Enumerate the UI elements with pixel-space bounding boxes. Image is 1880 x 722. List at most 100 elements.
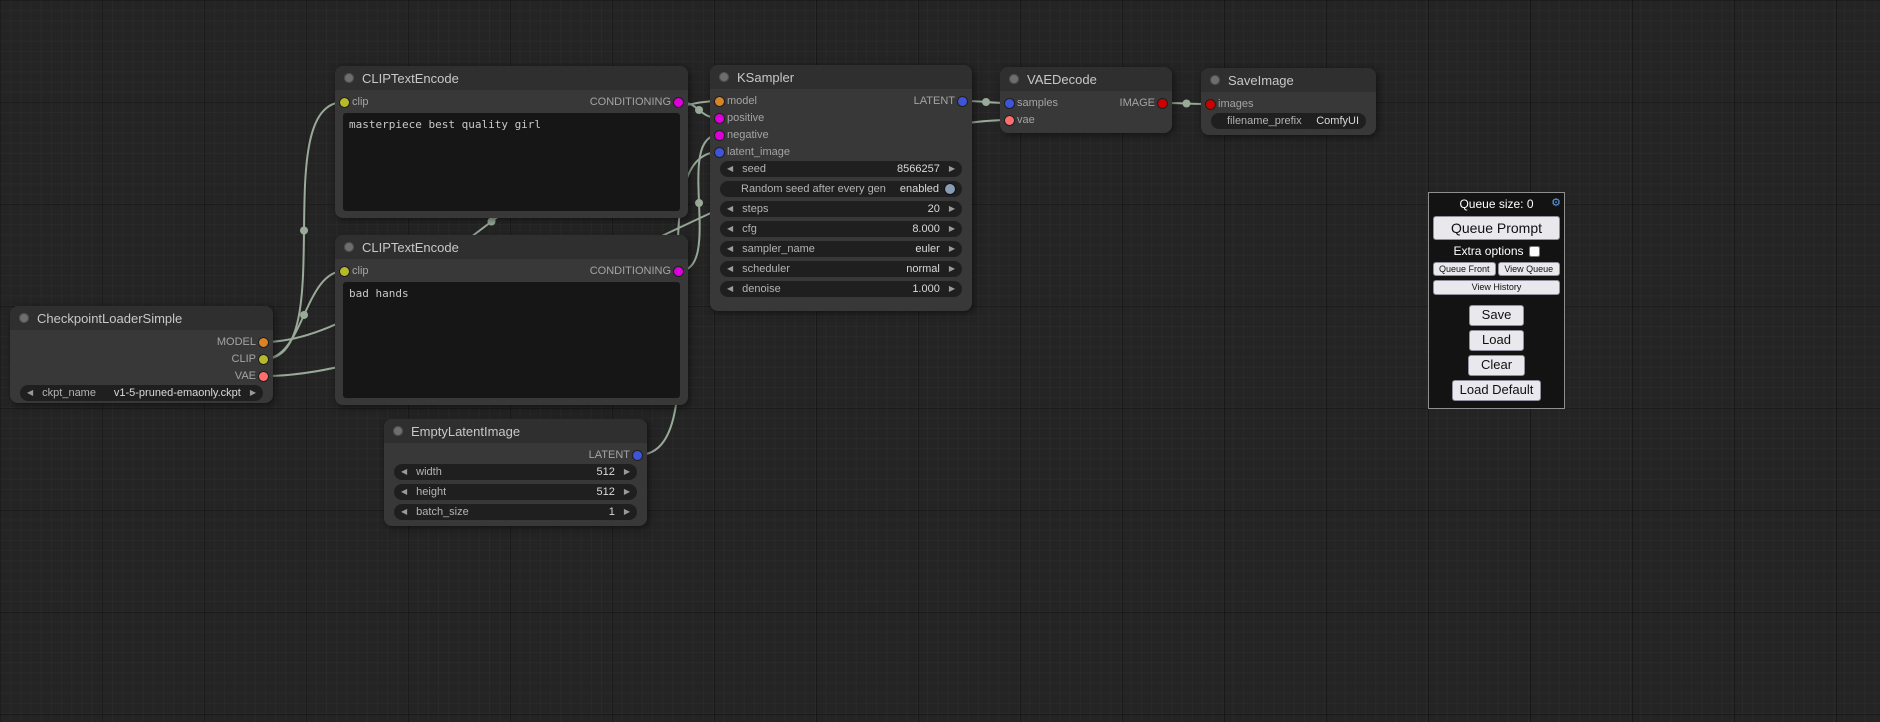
decrement-arrow-icon[interactable]: ◀ (401, 508, 407, 516)
view-history-button[interactable]: View History (1433, 280, 1560, 294)
slot-label: positive (727, 112, 764, 124)
input-slot-positive: positive (710, 110, 764, 126)
link-midpoint-dot (982, 98, 990, 106)
widget-ckpt-name[interactable]: ◀ckpt_namev1-5-pruned-emaonly.ckpt▶ (20, 385, 263, 401)
node-title-bar[interactable]: VAEDecode (1000, 67, 1172, 91)
conditioning-slot-dot[interactable] (674, 98, 683, 107)
collapse-dot-icon[interactable] (19, 313, 29, 323)
increment-arrow-icon[interactable]: ▶ (624, 488, 630, 496)
node-title-bar[interactable]: CheckpointLoaderSimple (10, 306, 273, 330)
conditioning-slot-dot[interactable] (674, 267, 683, 276)
widget-label: Random seed after every gen (741, 183, 886, 195)
node-title-bar[interactable]: KSampler (710, 65, 972, 89)
latent-slot-dot[interactable] (633, 451, 642, 460)
widget-label: sampler_name (742, 243, 815, 255)
vae-slot-dot[interactable] (259, 372, 268, 381)
increment-arrow-icon[interactable]: ▶ (949, 205, 955, 213)
node-title: CLIPTextEncode (362, 71, 459, 86)
latent-image-slot-dot[interactable] (715, 148, 724, 157)
input-slot-samples: samples (1000, 95, 1058, 111)
widget-denoise[interactable]: ◀denoise1.000▶ (720, 281, 962, 297)
clip-slot-dot[interactable] (340, 98, 349, 107)
widget-value: 1.000 (904, 283, 940, 295)
widget-width[interactable]: ◀ width 512 ▶ (394, 464, 637, 480)
node-vae-decode[interactable]: VAEDecode samplesvae IMAGE (1000, 67, 1172, 133)
images-slot-dot[interactable] (1206, 100, 1215, 109)
node-title-bar[interactable]: SaveImage (1201, 68, 1376, 92)
decrement-arrow-icon[interactable]: ◀ (401, 468, 407, 476)
node-empty-latent-image[interactable]: EmptyLatentImageLATENT◀width512▶◀height5… (384, 419, 647, 526)
widget-height[interactable]: ◀height512▶ (394, 484, 637, 500)
collapse-dot-icon[interactable] (393, 426, 403, 436)
load-default-button[interactable]: Load Default (1452, 380, 1542, 401)
widget-label: width (416, 466, 442, 478)
decrement-arrow-icon[interactable]: ◀ (727, 265, 733, 273)
increment-arrow-icon[interactable]: ▶ (624, 468, 630, 476)
decrement-arrow-icon[interactable]: ◀ (727, 205, 733, 213)
node-clip-text-encode-positive[interactable]: CLIPTextEncodeclipCONDITIONING (335, 66, 688, 218)
view-queue-button[interactable]: View Queue (1498, 262, 1561, 276)
model-slot-dot[interactable] (715, 97, 724, 106)
prompt-text-input[interactable] (343, 113, 680, 211)
prompt-text-input[interactable] (343, 282, 680, 398)
widget-batch-size[interactable]: ◀batch_size1▶ (394, 504, 637, 520)
samples-slot-dot[interactable] (1005, 99, 1014, 108)
clip-slot-dot[interactable] (340, 267, 349, 276)
load-button[interactable]: Load (1469, 330, 1524, 351)
widget-value: normal (898, 263, 940, 275)
widget-scheduler[interactable]: ◀schedulernormal▶ (720, 261, 962, 277)
decrement-arrow-icon[interactable]: ◀ (727, 165, 733, 173)
queue-prompt-button[interactable]: Queue Prompt (1433, 216, 1560, 240)
model-slot-dot[interactable] (259, 338, 268, 347)
widget-seed[interactable]: ◀seed8566257▶ (720, 161, 962, 177)
increment-arrow-icon[interactable]: ▶ (949, 285, 955, 293)
node-title-bar[interactable]: CLIPTextEncode (335, 66, 688, 90)
widget-label: ckpt_name (42, 387, 96, 399)
negative-slot-dot[interactable] (715, 131, 724, 140)
latent-slot-dot[interactable] (958, 97, 967, 106)
increment-arrow-icon[interactable]: ▶ (250, 389, 256, 397)
image-slot-dot[interactable] (1158, 99, 1167, 108)
decrement-arrow-icon[interactable]: ◀ (727, 285, 733, 293)
node-save-image[interactable]: SaveImageimagesfilename_prefixComfyUI (1201, 68, 1376, 135)
node-graph-canvas[interactable]: Queue size: 0 ⚙ Queue Prompt Extra optio… (0, 0, 1880, 722)
extra-options-checkbox[interactable] (1529, 246, 1540, 257)
collapse-dot-icon[interactable] (1009, 74, 1019, 84)
increment-arrow-icon[interactable]: ▶ (624, 508, 630, 516)
increment-arrow-icon[interactable]: ▶ (949, 225, 955, 233)
widget-filename-prefix[interactable]: filename_prefixComfyUI (1211, 113, 1366, 129)
vae-slot-dot[interactable] (1005, 116, 1014, 125)
widget-value: 512 (588, 466, 614, 478)
queue-front-button[interactable]: Queue Front (1433, 262, 1496, 276)
collapse-dot-icon[interactable] (344, 242, 354, 252)
increment-arrow-icon[interactable]: ▶ (949, 265, 955, 273)
slot-label: IMAGE (1120, 97, 1155, 109)
widget-random-seed-after-every-gen[interactable]: Random seed after every genenabled (720, 181, 962, 197)
collapse-dot-icon[interactable] (1210, 75, 1220, 85)
decrement-arrow-icon[interactable]: ◀ (727, 245, 733, 253)
increment-arrow-icon[interactable]: ▶ (949, 165, 955, 173)
decrement-arrow-icon[interactable]: ◀ (27, 389, 33, 397)
widget-sampler-name[interactable]: ◀sampler_nameeuler▶ (720, 241, 962, 257)
node-title-bar[interactable]: EmptyLatentImage (384, 419, 647, 443)
node-clip-text-encode-negative[interactable]: CLIPTextEncodeclipCONDITIONING (335, 235, 688, 405)
node-checkpoint-loader-simple[interactable]: CheckpointLoaderSimpleMODELCLIPVAE◀ckpt_… (10, 306, 273, 403)
positive-slot-dot[interactable] (715, 114, 724, 123)
save-button[interactable]: Save (1469, 305, 1525, 326)
collapse-dot-icon[interactable] (719, 72, 729, 82)
clip-slot-dot[interactable] (259, 355, 268, 364)
node-title-bar[interactable]: CLIPTextEncode (335, 235, 688, 259)
slot-label: clip (352, 265, 369, 277)
input-slot-vae: vae (1000, 112, 1035, 128)
widget-steps[interactable]: ◀steps20▶ (720, 201, 962, 217)
decrement-arrow-icon[interactable]: ◀ (727, 225, 733, 233)
slot-label: LATENT (914, 95, 955, 107)
toggle-knob-icon[interactable] (945, 184, 955, 194)
decrement-arrow-icon[interactable]: ◀ (401, 488, 407, 496)
clear-button[interactable]: Clear (1468, 355, 1525, 376)
increment-arrow-icon[interactable]: ▶ (949, 245, 955, 253)
widget-cfg[interactable]: ◀cfg8.000▶ (720, 221, 962, 237)
node-ksampler[interactable]: KSamplermodelpositivenegativelatent_imag… (710, 65, 972, 311)
settings-gear-icon[interactable]: ⚙ (1551, 196, 1561, 209)
collapse-dot-icon[interactable] (344, 73, 354, 83)
